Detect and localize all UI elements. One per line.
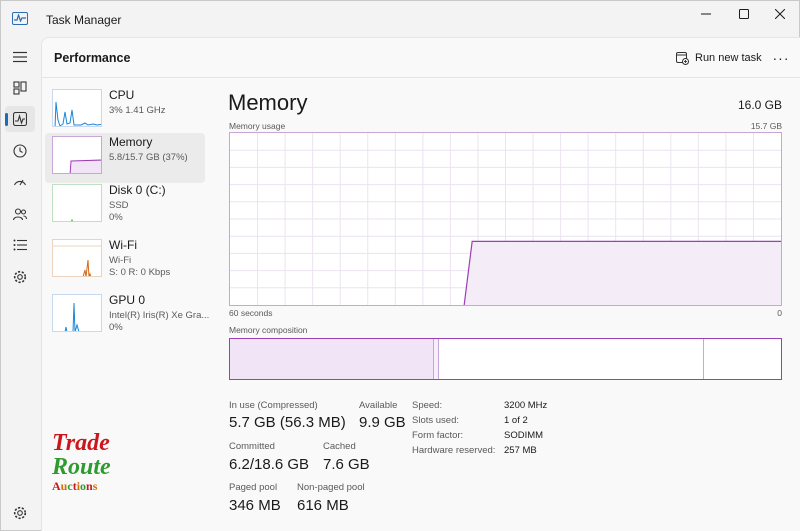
users-icon — [13, 208, 27, 221]
hardware-reserved-value: 257 MB — [504, 445, 537, 456]
trade-route-auctions-logo: Trade Route Auctions — [52, 431, 132, 493]
memory-total: 16.0 GB — [737, 98, 782, 112]
device-usage: 0% — [109, 212, 123, 223]
device-detail: 3% 1.41 GHz — [109, 105, 166, 116]
close-button[interactable] — [761, 1, 799, 27]
nav-performance[interactable] — [5, 106, 35, 132]
processes-icon — [13, 81, 27, 95]
details-list-icon — [13, 239, 27, 251]
device-detail: Intel(R) Iris(R) Xe Gra... — [109, 310, 210, 321]
device-item-cpu[interactable]: CPU 3% 1.41 GHz — [45, 86, 205, 136]
content-panel: Performance Run new task ··· CPU 3% 1.41… — [41, 37, 800, 531]
nav-users[interactable] — [5, 201, 35, 227]
speed-label: Speed: — [412, 400, 443, 411]
page-title: Performance — [54, 51, 131, 65]
memory-heading: Memory — [228, 90, 308, 115]
performance-icon — [13, 112, 27, 126]
composition-in-use-segment — [230, 339, 434, 379]
device-detail: Wi-Fi — [109, 255, 132, 266]
wifi-thumbnail-graph — [52, 239, 102, 277]
settings-gear-icon — [13, 506, 27, 520]
memory-composition-bar — [229, 338, 782, 380]
logo-line-3: Auctions — [52, 479, 98, 493]
device-name: GPU 0 — [109, 293, 146, 307]
history-icon — [13, 144, 27, 158]
logo-line-1: Trade — [52, 430, 110, 456]
device-item-disk[interactable]: Disk 0 (C:) SSD 0% — [45, 181, 205, 231]
available-label: Available — [359, 400, 398, 411]
available-value: 9.9 GB — [359, 414, 406, 431]
nav-details[interactable] — [5, 232, 35, 258]
close-icon — [775, 9, 785, 19]
nav-settings[interactable] — [5, 500, 35, 526]
memory-composition-label: Memory composition — [229, 325, 308, 335]
device-detail: 5.8/15.7 GB (37%) — [109, 152, 188, 163]
slots-used-label: Slots used: — [412, 415, 459, 426]
device-throughput: S: 0 R: 0 Kbps — [109, 267, 171, 278]
memory-usage-max: 15.7 GB — [750, 121, 782, 131]
run-new-task-button[interactable]: Run new task — [672, 47, 766, 69]
memory-usage-label: Memory usage — [229, 121, 286, 131]
speedometer-icon — [13, 179, 27, 186]
run-task-icon — [676, 51, 689, 65]
gpu-thumbnail-graph — [52, 294, 102, 332]
speed-value: 3200 MHz — [504, 400, 548, 411]
nonpaged-pool-label: Non-paged pool — [297, 482, 365, 493]
committed-label: Committed — [229, 441, 275, 452]
services-gear-icon — [13, 270, 27, 284]
nav-processes[interactable] — [5, 75, 35, 101]
title-bar: Task Manager — [1, 1, 800, 37]
cached-value: 7.6 GB — [323, 456, 370, 473]
committed-value: 6.2/18.6 GB — [229, 456, 310, 473]
nav-services[interactable] — [5, 264, 35, 290]
minimize-icon — [701, 13, 711, 15]
device-item-gpu[interactable]: GPU 0 Intel(R) Iris(R) Xe Gra... 0% — [45, 291, 209, 341]
window-title: Task Manager — [46, 13, 122, 27]
graph-time-end: 0 — [777, 308, 782, 318]
memory-usage-graph — [229, 132, 782, 306]
page-header: Performance Run new task ··· — [42, 38, 800, 78]
cached-label: Cached — [323, 441, 356, 452]
in-use-label: In use (Compressed) — [229, 400, 318, 411]
graph-time-label: 60 seconds — [229, 308, 273, 318]
device-name: CPU — [109, 88, 135, 102]
logo-line-2: Route — [52, 454, 111, 480]
paged-pool-value: 346 MB — [229, 497, 281, 514]
memory-thumbnail-graph — [52, 136, 102, 174]
device-name: Memory — [109, 135, 153, 149]
hamburger-menu-button[interactable] — [5, 44, 35, 70]
more-options-button[interactable]: ··· — [769, 47, 793, 69]
task-manager-app-icon — [12, 12, 28, 25]
device-usage: 0% — [109, 322, 123, 333]
run-new-task-label: Run new task — [695, 52, 762, 64]
form-factor-label: Form factor: — [412, 430, 464, 441]
hamburger-icon — [13, 51, 27, 63]
nonpaged-pool-value: 616 MB — [297, 497, 349, 514]
maximize-icon — [739, 9, 749, 19]
device-detail: SSD — [109, 200, 129, 211]
form-factor-value: SODIMM — [504, 430, 544, 441]
maximize-button[interactable] — [725, 1, 763, 27]
device-item-memory[interactable]: Memory 5.8/15.7 GB (37%) — [45, 133, 205, 183]
in-use-value: 5.7 GB (56.3 MB) — [229, 414, 346, 431]
disk-thumbnail-graph — [52, 184, 102, 222]
task-manager-window: Task Manager Performance Run new task ··… — [0, 0, 800, 531]
hardware-reserved-label: Hardware reserved: — [412, 445, 496, 456]
nav-app-history[interactable] — [5, 138, 35, 164]
device-name: Disk 0 (C:) — [109, 183, 166, 197]
minimize-button[interactable] — [687, 1, 725, 27]
paged-pool-label: Paged pool — [229, 482, 278, 493]
slots-used-value: 1 of 2 — [504, 415, 528, 426]
device-name: Wi-Fi — [109, 238, 137, 252]
device-item-wifi[interactable]: Wi-Fi Wi-Fi S: 0 R: 0 Kbps — [45, 236, 205, 286]
cpu-thumbnail-graph — [52, 89, 102, 127]
composition-standby-segment — [439, 339, 704, 379]
nav-startup-apps[interactable] — [5, 169, 35, 195]
